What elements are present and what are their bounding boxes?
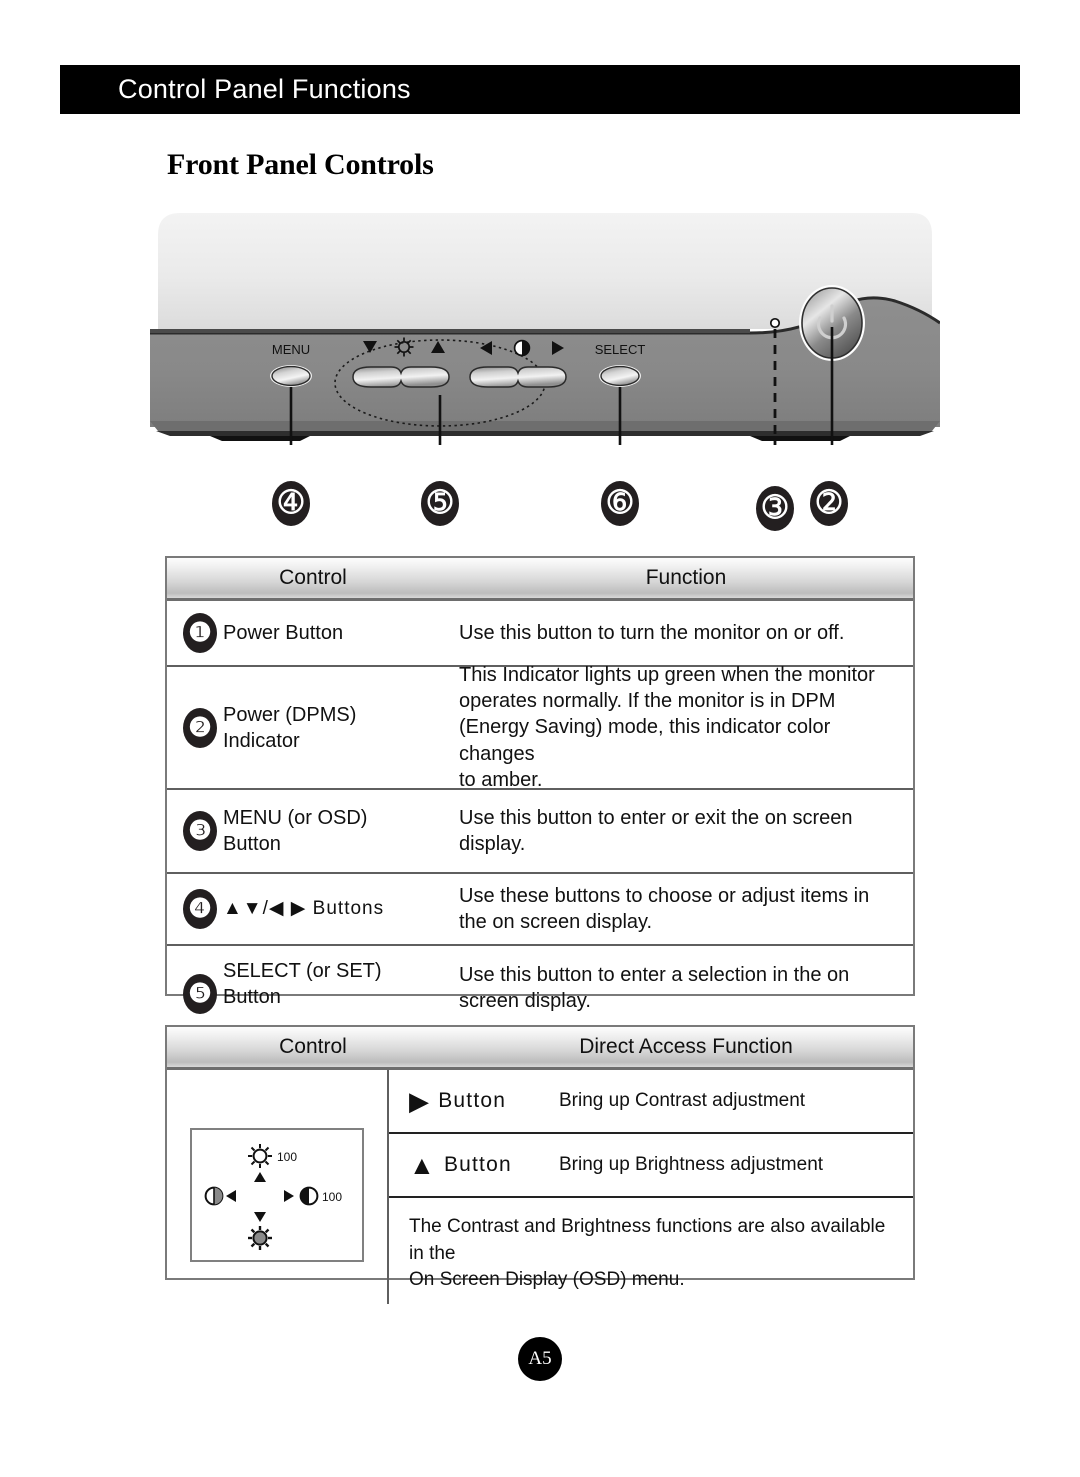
row-control-text: ▲▼/◀ ▶ Buttons xyxy=(223,897,385,919)
row-control-cell: ▲▼/◀ ▶ Buttons xyxy=(223,874,459,944)
direct-access-rows: ▶ Button Bring up Contrast adjustment ▲ … xyxy=(387,1070,913,1304)
osd-brightness-filled-icon xyxy=(248,1226,272,1250)
row-function-cell: Use this button to enter or exit the on … xyxy=(459,790,913,872)
select-button-label: SELECT xyxy=(595,342,646,357)
osd-diagram-box: 100 100 xyxy=(190,1128,364,1262)
table-header-function: Function xyxy=(645,566,727,589)
section-header-bar: Control Panel Functions xyxy=(60,65,1020,114)
table-row: ❷ Power (DPMS) Indicator This Indicator … xyxy=(167,664,913,792)
table-row: ❹ ▲▼/◀ ▶ Buttons Use these buttons to ch… xyxy=(167,874,913,946)
row-control-cell: MENU (or OSD) Button xyxy=(223,790,459,872)
row-badge: ❶ xyxy=(183,613,217,653)
page-number-badge: A5 xyxy=(518,1337,562,1381)
row-control-cell: Power Button xyxy=(223,601,459,665)
monitor-foot-right xyxy=(750,436,850,441)
row-function-text: Use this button to turn the monitor on o… xyxy=(459,621,845,644)
up-arrow-icon: ▲ xyxy=(409,1150,436,1180)
row-control-cell: Power (DPMS) Indicator xyxy=(223,667,459,788)
callout-3: ➃ xyxy=(272,481,310,526)
osd-contrast-left-icon xyxy=(204,1186,224,1206)
row-badge: ❹ xyxy=(183,889,217,929)
contrast-half-circle-icon xyxy=(513,339,531,357)
osd-diagram-cell: 100 100 xyxy=(167,1070,387,1304)
osd-up-arrow-icon xyxy=(254,1172,266,1182)
row-function-text: Use this button to enter or exit the on … xyxy=(459,806,853,855)
osd-note: The Contrast and Brightness functions ar… xyxy=(409,1216,886,1291)
table2-header-row: Control Direct Access Function xyxy=(167,1027,913,1070)
front-panel-illustration: MENU SELECT xyxy=(150,205,940,445)
callout-2: ➂ xyxy=(756,486,794,531)
table-header-control: Control xyxy=(279,566,347,589)
table2-body: 100 100 ▶ Button Bring up Contrast adjus… xyxy=(167,1070,913,1304)
row-function-text: Use these buttons to choose or adjust it… xyxy=(459,884,870,933)
table-header-row: Control Function xyxy=(167,558,913,601)
contrast-button-cell: ▶ Button xyxy=(389,1088,559,1114)
button-label: Button xyxy=(438,1089,507,1112)
monitor-bottom-lip xyxy=(150,421,940,431)
callout-4: ➄ xyxy=(421,481,459,526)
osd-left-arrow-icon xyxy=(226,1190,236,1202)
direct-access-table: Control Direct Access Function 100 100 ▶… xyxy=(165,1025,915,1304)
table2-header-control: Control xyxy=(279,1035,347,1058)
row-control-text: Power (DPMS) Indicator xyxy=(223,703,357,752)
right-arrow-icon: ▶ xyxy=(409,1086,431,1116)
row-number-cell: ❷ xyxy=(167,667,223,788)
button-label: Button xyxy=(443,1153,512,1176)
row-function-cell: This Indicator lights up green when the … xyxy=(459,664,913,792)
callout-5: ➅ xyxy=(601,481,639,526)
monitor-base-shadow xyxy=(156,431,934,436)
table-row: ❸ MENU (or OSD) Button Use this button t… xyxy=(167,790,913,874)
table2-header-function: Direct Access Function xyxy=(579,1035,793,1058)
direct-access-row: ▶ Button Bring up Contrast adjustment xyxy=(389,1070,913,1134)
brightness-button-cell: ▲ Button xyxy=(389,1152,559,1178)
osd-right-arrow-icon xyxy=(284,1190,294,1202)
row-function-text: This Indicator lights up green when the … xyxy=(459,663,875,792)
menu-button xyxy=(271,365,311,387)
osd-brightness-sun-icon xyxy=(248,1144,272,1168)
table-row: ❶ Power Button Use this button to turn t… xyxy=(167,601,913,667)
row-badge: ❸ xyxy=(183,811,217,851)
page-section-title: Control Panel Functions xyxy=(118,74,411,104)
row-number-cell: ❶ xyxy=(167,601,223,665)
row-function-cell: Use this button to turn the monitor on o… xyxy=(459,601,913,665)
row-badge: ❺ xyxy=(183,974,217,1014)
row-function-text: Use this button to enter a selection in … xyxy=(459,964,850,1013)
control-function-table: Control Function ❶ Power Button Use this… xyxy=(165,556,915,1014)
monitor-foot-left xyxy=(210,436,310,441)
bezel-highlight xyxy=(150,329,750,333)
callout-1: ➁ xyxy=(810,481,848,526)
row-function-cell: Use these buttons to choose or adjust it… xyxy=(459,874,913,944)
contrast-description: Bring up Contrast adjustment xyxy=(559,1090,806,1111)
row-number-cell: ❹ xyxy=(167,874,223,944)
osd-brightness-value: 100 xyxy=(277,1150,297,1164)
row-number-cell: ❸ xyxy=(167,790,223,872)
select-button xyxy=(600,365,640,387)
brightness-description: Bring up Brightness adjustment xyxy=(559,1154,824,1175)
row-control-text: Power Button xyxy=(223,622,344,644)
led-indicator-icon xyxy=(769,317,781,329)
osd-down-arrow-icon xyxy=(254,1212,266,1222)
osd-contrast-right-icon xyxy=(299,1186,319,1206)
row-control-text: SELECT (or SET) Button xyxy=(223,960,382,1008)
row-badge: ❷ xyxy=(183,707,217,748)
monitor-svg: MENU SELECT xyxy=(150,213,940,445)
menu-button-label: MENU xyxy=(272,342,310,357)
direct-access-row: ▲ Button Bring up Brightness adjustment xyxy=(389,1134,913,1198)
osd-contrast-value: 100 xyxy=(322,1190,342,1204)
row-control-text: MENU (or OSD) Button xyxy=(223,807,368,855)
page-title: Front Panel Controls xyxy=(167,148,434,181)
osd-diagram-svg: 100 100 xyxy=(204,1144,342,1250)
